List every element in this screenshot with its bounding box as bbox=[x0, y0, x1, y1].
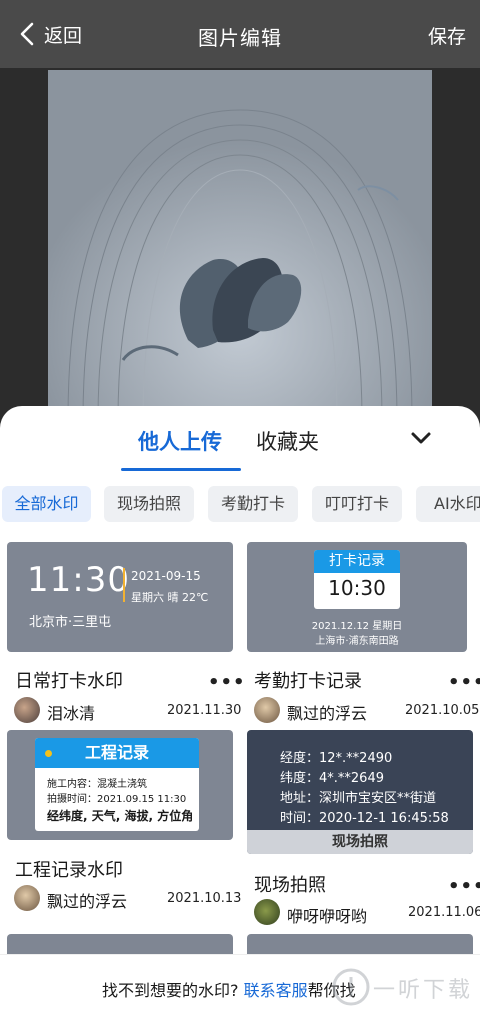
card-title: 考勤打卡记录 bbox=[254, 671, 362, 692]
uploader-name: 飘过的浮云 bbox=[287, 704, 368, 723]
chevron-down-icon[interactable] bbox=[409, 430, 433, 448]
preview-panel: 打卡记录 10:30 bbox=[314, 550, 400, 609]
more-options-button[interactable]: ••• bbox=[448, 672, 480, 693]
preview-row: 地址：深圳市宝安区**街道 bbox=[280, 791, 437, 806]
preview-header: 工程记录 bbox=[35, 738, 199, 768]
preview-row: 施工内容：混凝土浇筑 bbox=[47, 779, 147, 790]
upload-date: 2021.10.13 bbox=[167, 891, 242, 906]
preview-row: 经纬度, 天气, 海拔, 方位角 bbox=[47, 809, 194, 823]
watermark-preview-onsite[interactable]: 经度：12*.**2490 纬度：4*.**2649 地址：深圳市宝安区**街道… bbox=[247, 730, 473, 854]
chip-attendance[interactable]: 考勤打卡 bbox=[208, 486, 298, 522]
save-button[interactable]: 保存 bbox=[428, 22, 466, 49]
tab-favorites[interactable]: 收藏夹 bbox=[256, 426, 319, 456]
yellow-dot-icon bbox=[45, 750, 52, 757]
preview-row: 经度：12*.**2490 bbox=[280, 751, 393, 766]
watermark-preview-engineering[interactable]: 工程记录 施工内容：混凝土浇筑 拍摄时间：2021.09.15 11:30 经纬… bbox=[7, 730, 233, 840]
help-prompt: 找不到想要的水印? bbox=[102, 981, 244, 1000]
preview-panel: 工程记录 施工内容：混凝土浇筑 拍摄时间：2021.09.15 11:30 经纬… bbox=[35, 738, 199, 831]
preview-header: 打卡记录 bbox=[314, 550, 400, 573]
edited-photo[interactable] bbox=[48, 70, 432, 420]
preview-row: 时间：2020-12-1 16:45:58 bbox=[280, 811, 449, 826]
top-bar: 返回 图片编辑 保存 bbox=[0, 0, 480, 68]
preview-location: 北京市·三里屯 bbox=[29, 615, 112, 630]
active-tab-indicator bbox=[121, 468, 241, 471]
preview-row: 纬度：4*.**2649 bbox=[280, 771, 384, 786]
avatar bbox=[254, 697, 280, 723]
preview-date: 2021.12.12 星期日 bbox=[311, 621, 403, 632]
chip-dingding[interactable]: 叮叮打卡 bbox=[312, 486, 402, 522]
avatar bbox=[14, 885, 40, 911]
avatar bbox=[14, 697, 40, 723]
tab-others-uploads[interactable]: 他人上传 bbox=[138, 426, 222, 456]
contact-support-link[interactable]: 联系客服 bbox=[244, 981, 308, 1000]
card-title: 日常打卡水印 bbox=[15, 671, 123, 692]
more-options-button[interactable]: ••• bbox=[448, 876, 480, 897]
upload-date: 2021.11.06 bbox=[408, 905, 480, 920]
category-chips: 全部水印 现场拍照 考勤打卡 叮叮打卡 AI水印 bbox=[0, 486, 480, 522]
uploader-name: 泪冰清 bbox=[47, 704, 96, 723]
uploader-name: 飘过的浮云 bbox=[47, 892, 128, 911]
upload-date: 2021.11.30 bbox=[167, 703, 242, 718]
preview-footer: 现场拍照 bbox=[247, 830, 473, 854]
preview-time: 10:30 bbox=[328, 576, 386, 600]
card-title: 工程记录水印 bbox=[15, 860, 123, 881]
upload-date: 2021.10.05 bbox=[405, 703, 480, 718]
avatar bbox=[254, 899, 280, 925]
card-title: 现场拍照 bbox=[254, 875, 326, 896]
sheet-tabs: 他人上传 收藏夹 bbox=[0, 406, 480, 472]
preview-row: 拍摄时间：2021.09.15 11:30 bbox=[47, 794, 187, 805]
chip-ai-watermark[interactable]: AI水印 bbox=[416, 486, 480, 522]
page-title: 图片编辑 bbox=[198, 26, 282, 50]
preview-divider bbox=[123, 568, 125, 602]
logo-icon bbox=[332, 968, 370, 1006]
watermark-text: 一听下载 bbox=[373, 978, 474, 1003]
site-watermark: 一听下载 bbox=[327, 962, 480, 1012]
preview-location: 上海市·浦东南田路 bbox=[315, 636, 399, 647]
chip-onsite-photo[interactable]: 现场拍照 bbox=[104, 486, 194, 522]
more-options-button[interactable]: ••• bbox=[208, 672, 246, 693]
watermark-preview-attendance[interactable]: 打卡记录 10:30 2021.12.12 星期日 上海市·浦东南田路 bbox=[247, 542, 467, 652]
uploader-name: 咿呀咿呀哟 bbox=[287, 907, 368, 926]
chip-all-watermarks[interactable]: 全部水印 bbox=[2, 486, 91, 522]
help-text: 找不到想要的水印? 联系客服帮你找 bbox=[102, 977, 356, 1001]
preview-weather: 星期六 晴 22℃ bbox=[131, 591, 209, 604]
watermark-preview-daily[interactable]: 11:30 2021-09-15 星期六 晴 22℃ 北京市·三里屯 bbox=[7, 542, 233, 652]
preview-date: 2021-09-15 bbox=[131, 569, 201, 583]
preview-time: 11:30 bbox=[27, 560, 130, 600]
